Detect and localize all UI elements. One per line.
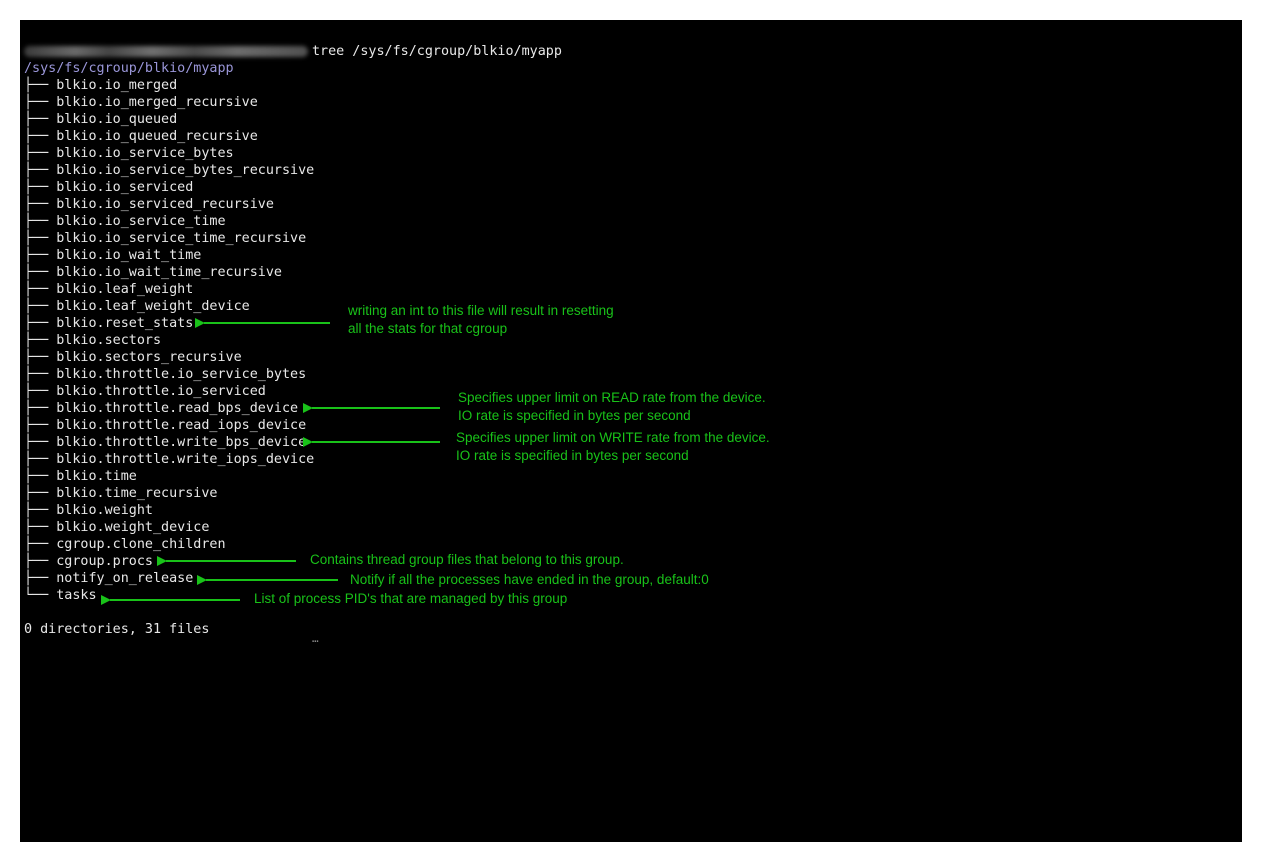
terminal-window[interactable]: tree /sys/fs/cgroup/blkio/myapp /sys/fs/… bbox=[20, 20, 1242, 842]
annotation-arrows bbox=[20, 20, 1242, 842]
